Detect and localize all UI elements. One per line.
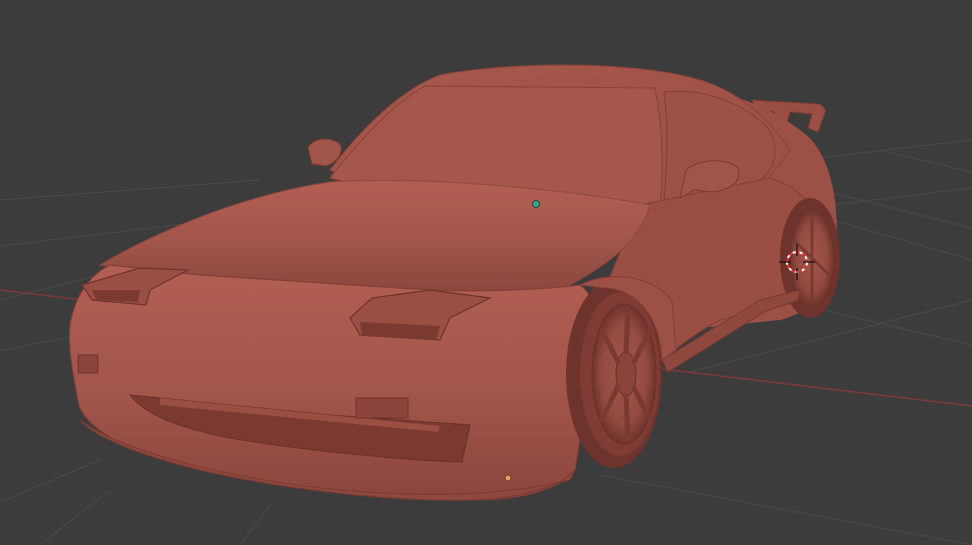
fog-light-left[interactable] [77, 354, 99, 374]
viewport-canvas[interactable] [0, 0, 972, 545]
selected-vertex-icon[interactable] [532, 200, 540, 208]
fog-light-right[interactable] [355, 397, 409, 419]
3d-viewport[interactable] [0, 0, 972, 545]
object-origin-icon[interactable] [504, 474, 512, 482]
